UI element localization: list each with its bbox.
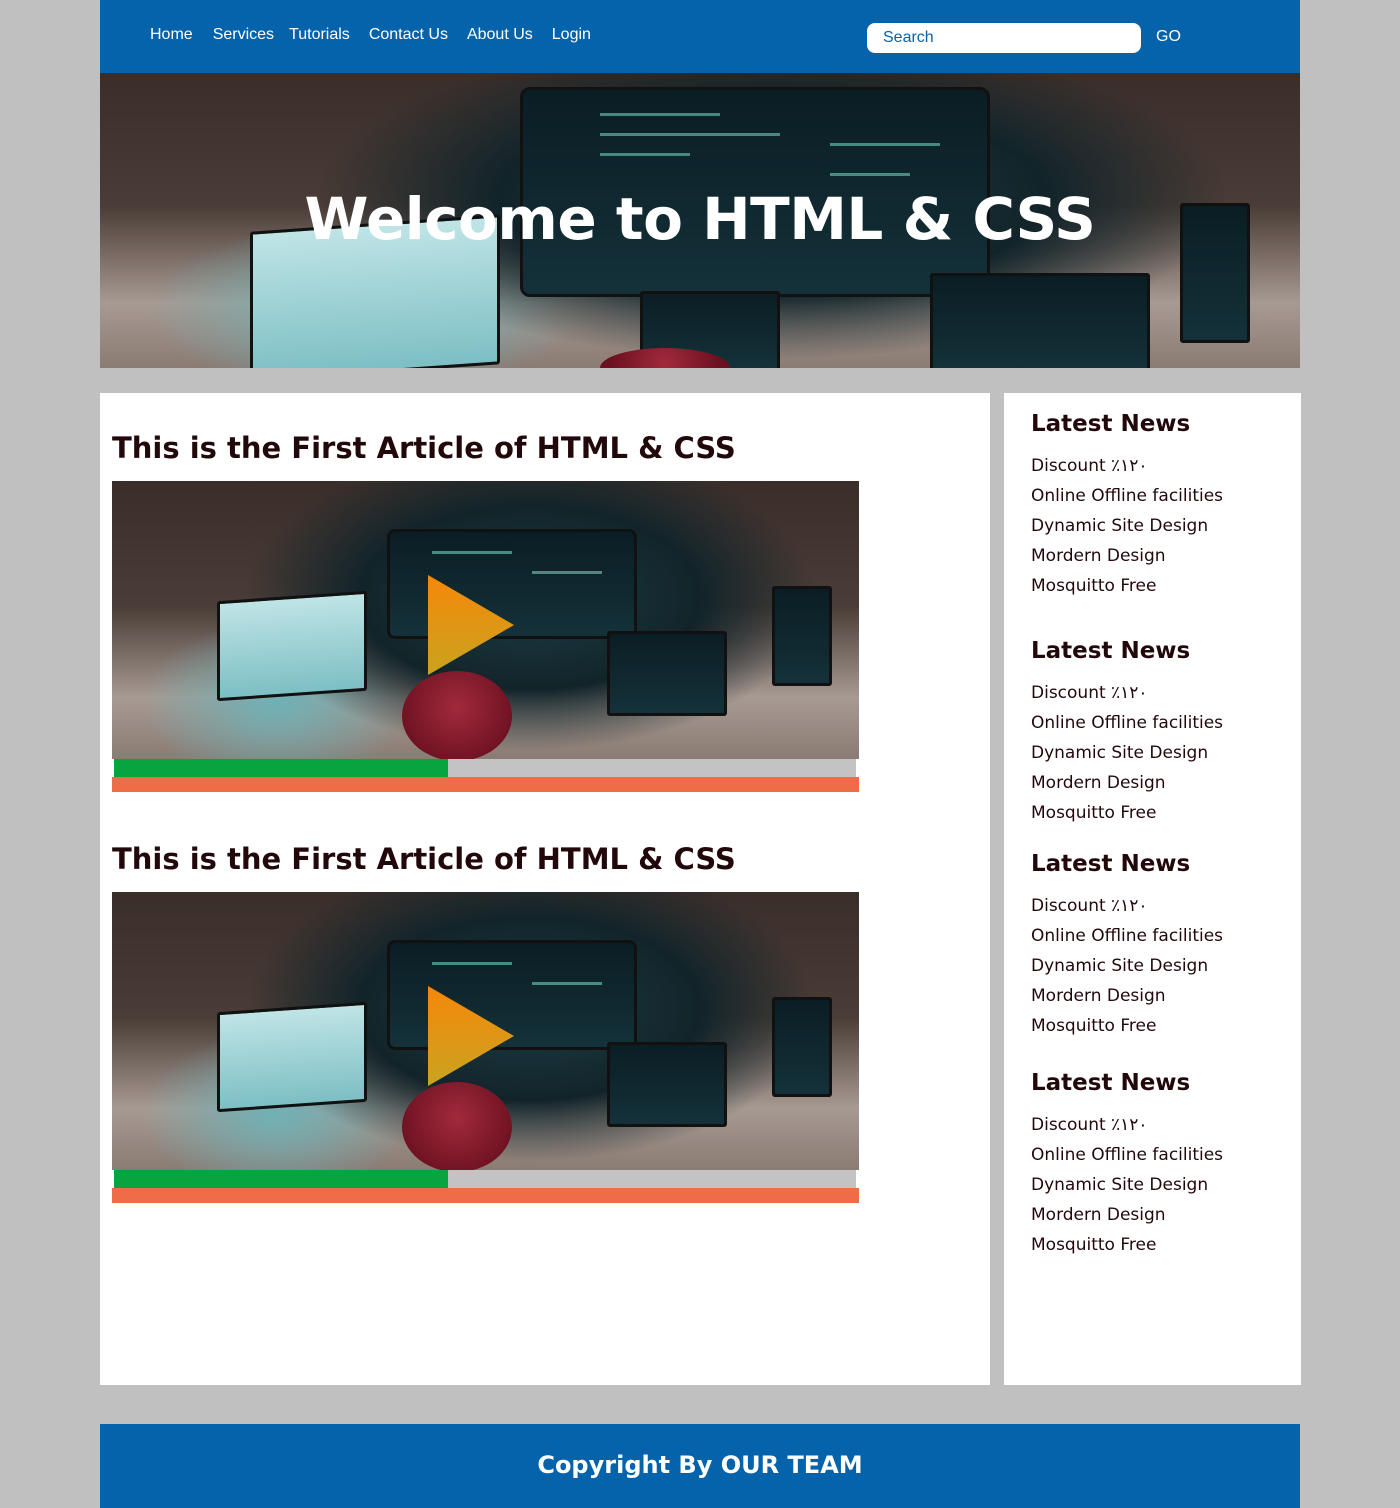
article-title: This is the First Article of HTML & CSS: [112, 431, 736, 465]
video-player[interactable]: [112, 481, 859, 792]
video-progress-bar[interactable]: [114, 759, 856, 777]
copyright-text: Copyright By OUR TEAM: [537, 1451, 863, 1479]
video-progress-fill: [114, 759, 448, 777]
nav-contact-us[interactable]: Contact Us: [369, 26, 448, 44]
news-item[interactable]: Discount ٪١٢٠: [1031, 451, 1223, 481]
news-item[interactable]: Dynamic Site Design: [1031, 1170, 1223, 1200]
news-item[interactable]: Mosquitto Free: [1031, 1230, 1223, 1260]
video-player[interactable]: [112, 892, 859, 1203]
latest-news-section: Latest News Discount ٪١٢٠ Online Offline…: [1031, 1070, 1223, 1260]
news-item[interactable]: Discount ٪١٢٠: [1031, 891, 1223, 921]
go-button[interactable]: GO: [1156, 28, 1181, 46]
sidebar: Latest News Discount ٪١٢٠ Online Offline…: [1004, 393, 1301, 1385]
nav-about-us[interactable]: About Us: [467, 26, 533, 44]
news-item[interactable]: Mordern Design: [1031, 541, 1223, 571]
nav-home[interactable]: Home: [150, 26, 193, 44]
news-item[interactable]: Mordern Design: [1031, 981, 1223, 1011]
nav-login[interactable]: Login: [552, 26, 591, 44]
hero-title: Welcome to HTML & CSS: [304, 185, 1096, 253]
news-heading: Latest News: [1031, 851, 1191, 877]
video-controls-bar[interactable]: [112, 777, 859, 792]
news-item[interactable]: Online Offline facilities: [1031, 481, 1223, 511]
nav-tutorials[interactable]: Tutorials: [289, 26, 350, 44]
news-item[interactable]: Dynamic Site Design: [1031, 511, 1223, 541]
news-item[interactable]: Mosquitto Free: [1031, 571, 1223, 601]
search-input[interactable]: [867, 23, 1141, 53]
article-title: This is the First Article of HTML & CSS: [112, 842, 736, 876]
news-heading: Latest News: [1031, 411, 1191, 437]
latest-news-section: Latest News Discount ٪١٢٠ Online Offline…: [1031, 638, 1223, 828]
article: This is the First Article of HTML & CSS: [112, 431, 859, 792]
news-item[interactable]: Online Offline facilities: [1031, 921, 1223, 951]
play-icon[interactable]: [428, 986, 514, 1086]
news-item[interactable]: Dynamic Site Design: [1031, 951, 1223, 981]
news-item[interactable]: Online Offline facilities: [1031, 1140, 1223, 1170]
news-item[interactable]: Mosquitto Free: [1031, 798, 1223, 828]
video-progress-fill: [114, 1170, 448, 1188]
header-bar: Home Services Tutorials Contact Us About…: [100, 0, 1300, 73]
hero-banner: Welcome to HTML & CSS: [100, 73, 1300, 368]
news-item[interactable]: Mordern Design: [1031, 768, 1223, 798]
news-item[interactable]: Discount ٪١٢٠: [1031, 1110, 1223, 1140]
latest-news-section: Latest News Discount ٪١٢٠ Online Offline…: [1031, 851, 1223, 1041]
nav-services[interactable]: Services: [213, 26, 274, 44]
play-icon[interactable]: [428, 575, 514, 675]
news-item[interactable]: Mosquitto Free: [1031, 1011, 1223, 1041]
news-item[interactable]: Online Offline facilities: [1031, 708, 1223, 738]
footer: Copyright By OUR TEAM: [100, 1424, 1300, 1508]
news-heading: Latest News: [1031, 638, 1191, 664]
video-controls-bar[interactable]: [112, 1188, 859, 1203]
main-nav: Home Services Tutorials Contact Us About…: [150, 26, 591, 44]
video-progress-bar[interactable]: [114, 1170, 856, 1188]
news-heading: Latest News: [1031, 1070, 1191, 1096]
news-item[interactable]: Dynamic Site Design: [1031, 738, 1223, 768]
news-item[interactable]: Discount ٪١٢٠: [1031, 678, 1223, 708]
latest-news-section: Latest News Discount ٪١٢٠ Online Offline…: [1031, 411, 1223, 601]
main-content: This is the First Article of HTML & CSS …: [100, 393, 990, 1385]
news-item[interactable]: Mordern Design: [1031, 1200, 1223, 1230]
article: This is the First Article of HTML & CSS: [112, 842, 859, 1203]
